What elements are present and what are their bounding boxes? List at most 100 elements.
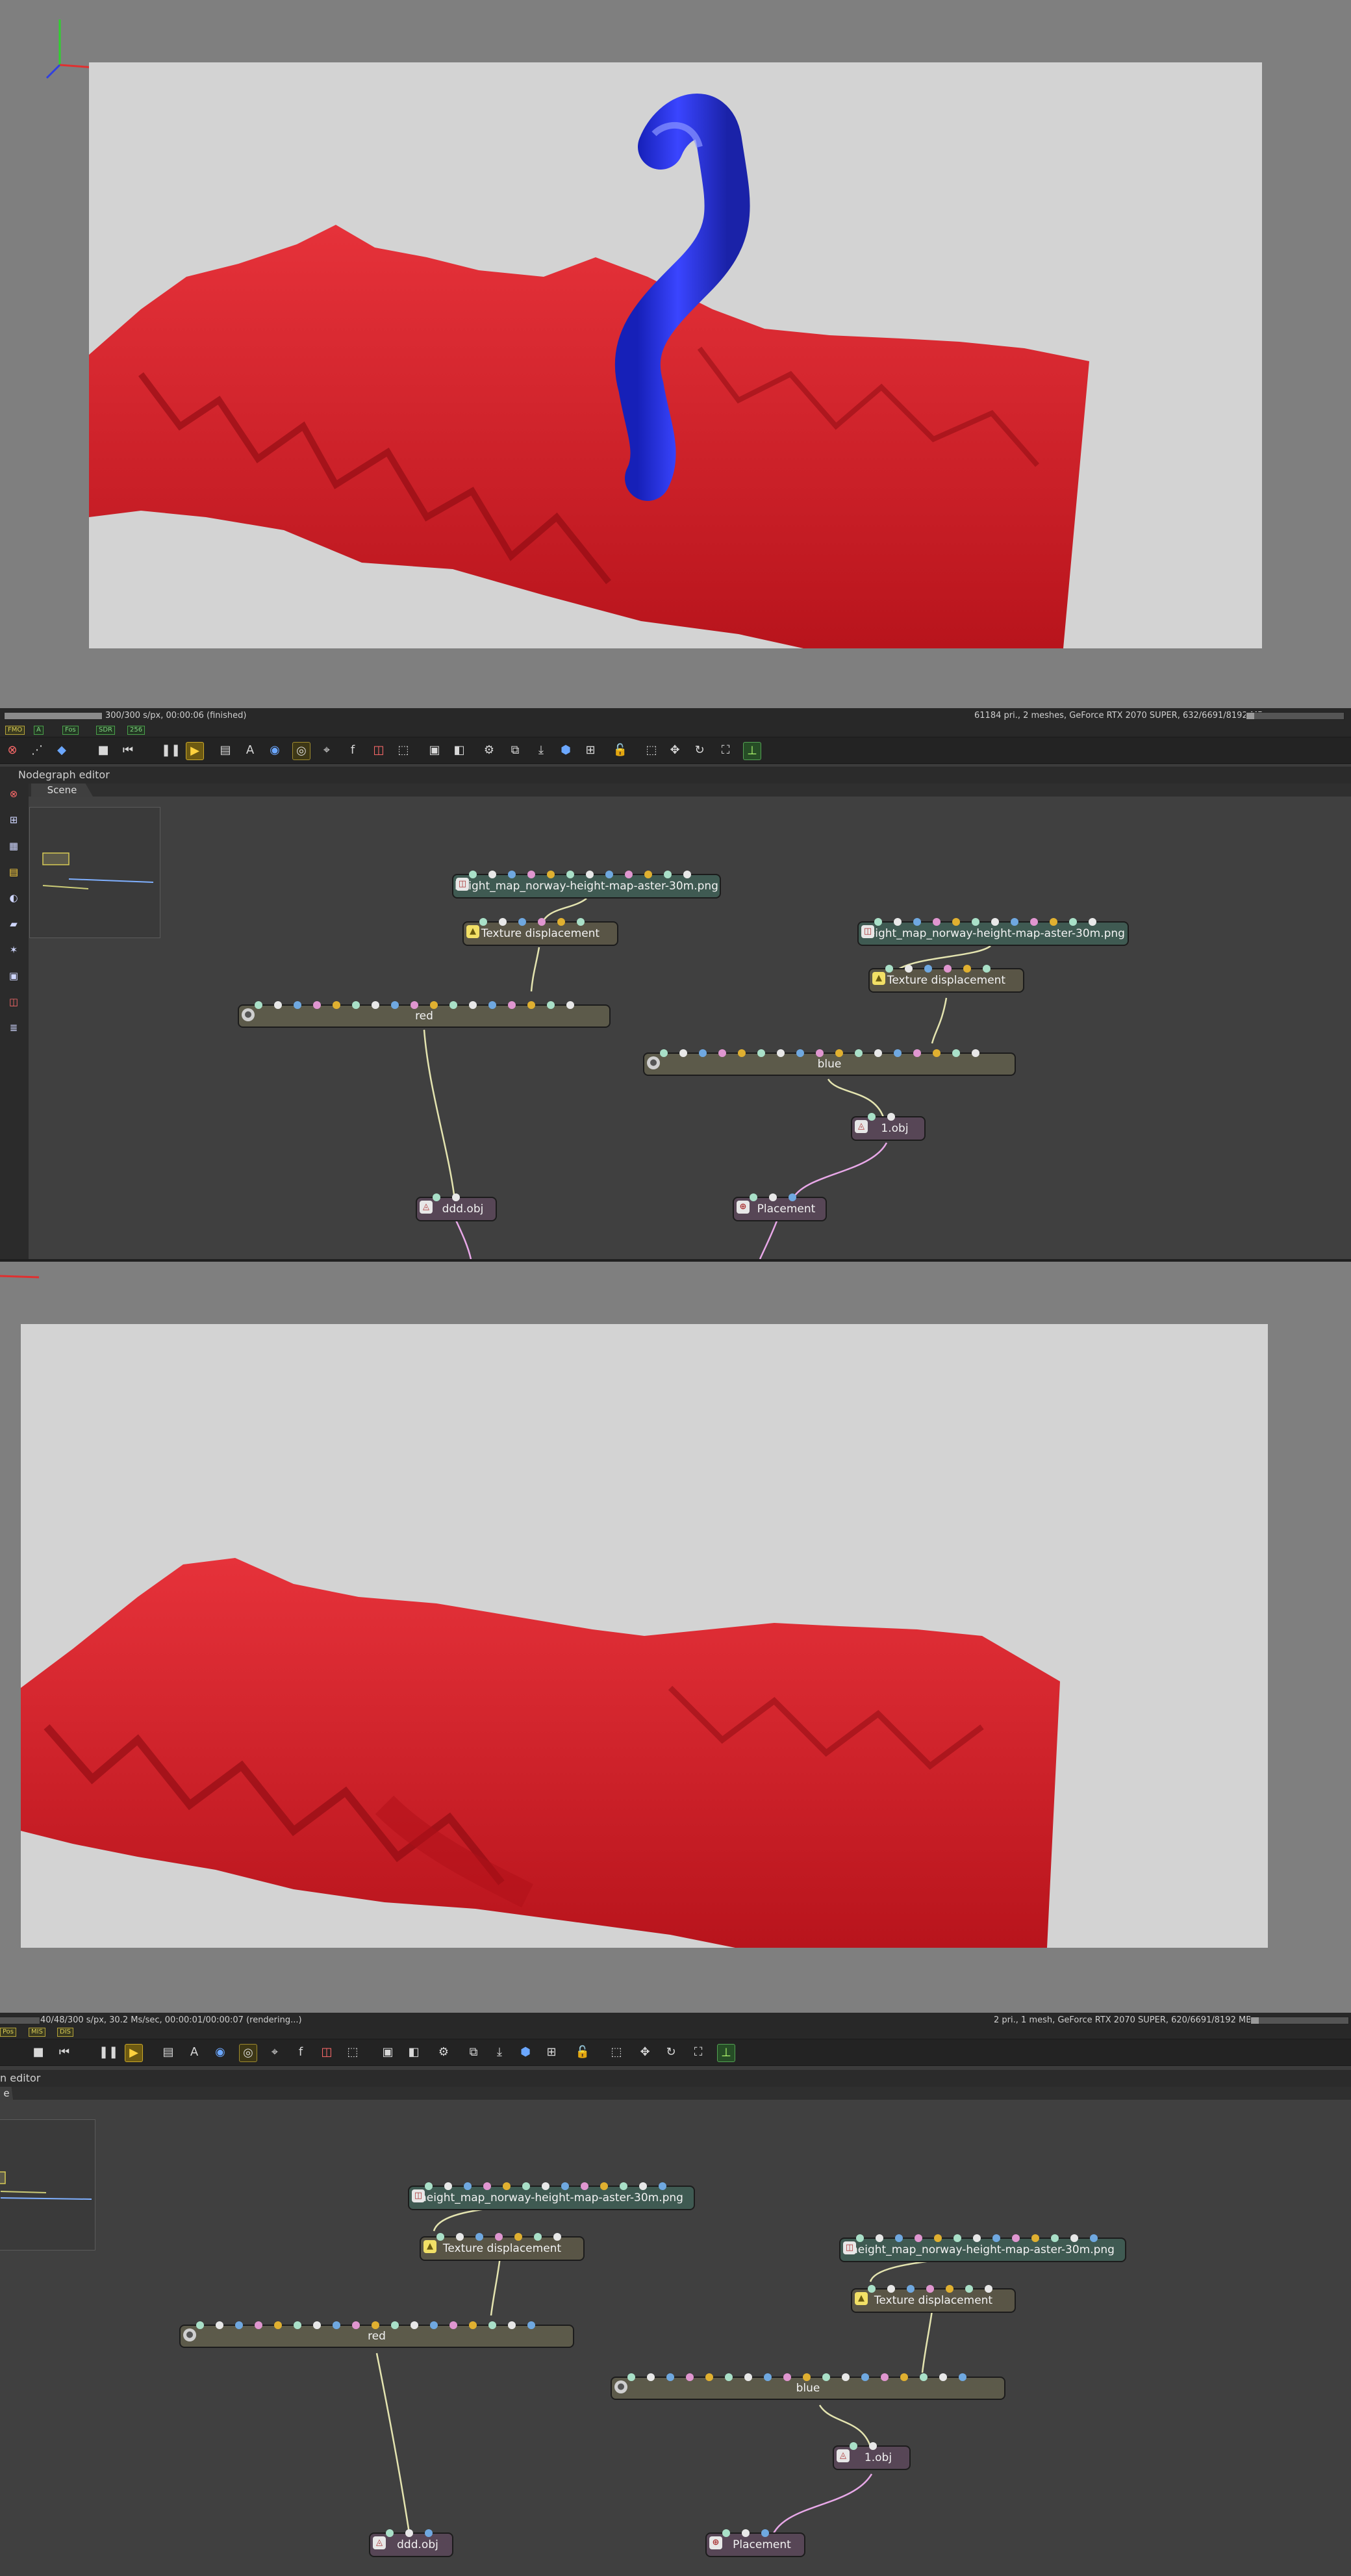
badge-fos[interactable]: Fos	[62, 726, 79, 735]
input-pin[interactable]	[436, 2233, 444, 2241]
node-texture-displacement-1[interactable]: ▲ Texture displacement	[462, 918, 618, 946]
input-pin[interactable]	[410, 1001, 418, 1009]
input-pin[interactable]	[620, 2182, 627, 2190]
pick-white-balance-icon[interactable]: ⌖	[318, 742, 335, 759]
stop-render-button[interactable]: ■	[95, 742, 112, 759]
input-pin[interactable]	[508, 871, 516, 878]
input-pin[interactable]	[1012, 2234, 1020, 2242]
input-pin[interactable]	[255, 2321, 262, 2329]
input-pin[interactable]	[508, 2321, 516, 2329]
input-pin[interactable]	[907, 2285, 915, 2293]
node-placement[interactable]: ⊕ Placement	[705, 2529, 805, 2557]
input-pin[interactable]	[527, 2321, 535, 2329]
input-pin[interactable]	[499, 918, 507, 926]
input-pin[interactable]	[913, 1049, 921, 1057]
input-pin[interactable]	[718, 1049, 726, 1057]
node-placement[interactable]: ⊕ Placement	[733, 1193, 827, 1221]
node-image-texture-1[interactable]: ◫ height_map_norway-height-map-aster-30m…	[452, 871, 721, 899]
pick-object-icon[interactable]: ◫	[370, 742, 387, 759]
input-pin[interactable]	[196, 2321, 204, 2329]
node-image-texture-2[interactable]: ◫ height_map_norway-height-map-aster-30m…	[857, 918, 1129, 946]
input-pin[interactable]	[973, 2234, 981, 2242]
node-material-blue[interactable]: ● blue	[611, 2373, 1005, 2400]
pick-camera-icon[interactable]: ⬚	[344, 2044, 361, 2061]
input-pin[interactable]	[527, 1001, 535, 1009]
pause-render-button[interactable]: ❚❚	[161, 742, 181, 759]
input-pin[interactable]	[666, 2373, 674, 2381]
badge-pos[interactable]: Pos	[0, 2028, 17, 2037]
pick-camera-icon[interactable]: ⬚	[395, 742, 412, 759]
input-pin[interactable]	[561, 2182, 569, 2190]
input-pin[interactable]	[933, 1049, 941, 1057]
input-pin[interactable]	[452, 1193, 460, 1201]
input-pin[interactable]	[972, 918, 979, 926]
fullscreen-icon[interactable]: ⛶	[690, 2044, 707, 2061]
input-pin[interactable]	[761, 2529, 769, 2537]
input-pin[interactable]	[885, 965, 893, 973]
input-pin[interactable]	[557, 918, 565, 926]
input-pin[interactable]	[965, 2285, 973, 2293]
lock-viewport-icon[interactable]: ▣	[379, 2044, 396, 2061]
input-pin[interactable]	[699, 1049, 707, 1057]
input-pin[interactable]	[952, 918, 960, 926]
input-pin[interactable]	[855, 1049, 863, 1057]
input-pin[interactable]	[469, 1001, 477, 1009]
color-wheel-icon[interactable]: ◉	[212, 2044, 229, 2061]
lock-icon[interactable]: 🔓	[612, 742, 629, 759]
aov-icon[interactable]: A	[186, 2044, 203, 2061]
input-pin[interactable]	[738, 1049, 746, 1057]
input-pin[interactable]	[527, 871, 535, 878]
input-pin[interactable]	[983, 965, 991, 973]
input-pin[interactable]	[659, 2182, 666, 2190]
pick-object-icon[interactable]: ◫	[318, 2044, 335, 2061]
input-pin[interactable]	[444, 2182, 452, 2190]
input-pin[interactable]	[868, 2285, 876, 2293]
input-pin[interactable]	[449, 2321, 457, 2329]
pick-white-balance-icon[interactable]: ⌖	[266, 2044, 283, 2061]
input-pin[interactable]	[522, 2182, 530, 2190]
input-pin[interactable]	[479, 918, 487, 926]
input-pin[interactable]	[605, 871, 613, 878]
input-pin[interactable]	[816, 1049, 824, 1057]
region-icon[interactable]: ⋰	[29, 742, 45, 759]
badge-mis[interactable]: MIS	[29, 2028, 45, 2037]
input-pin[interactable]	[764, 2373, 772, 2381]
input-pin[interactable]	[796, 1049, 804, 1057]
input-pin[interactable]	[972, 1049, 979, 1057]
snapshot-icon[interactable]: ⊞	[543, 2044, 560, 2061]
decal-icon[interactable]: ⚙	[435, 2044, 452, 2061]
input-pin[interactable]	[924, 965, 932, 973]
input-pin[interactable]	[469, 2321, 477, 2329]
input-pin[interactable]	[769, 1193, 777, 1201]
input-pin[interactable]	[742, 2529, 750, 2537]
node-mesh-1obj[interactable]: ◬ 1.obj	[833, 2442, 911, 2470]
input-pin[interactable]	[274, 1001, 282, 1009]
input-pin[interactable]	[959, 2373, 966, 2381]
input-pin[interactable]	[952, 1049, 960, 1057]
input-pin[interactable]	[547, 1001, 555, 1009]
input-pin[interactable]	[483, 2182, 491, 2190]
node-image-texture-1[interactable]: ◫ height_map_norway-height-map-aster-30m…	[408, 2182, 695, 2210]
input-pin[interactable]	[518, 918, 526, 926]
input-pin[interactable]	[313, 2321, 321, 2329]
input-pin[interactable]	[391, 2321, 399, 2329]
input-pin[interactable]	[683, 871, 691, 878]
input-pin[interactable]	[894, 918, 902, 926]
input-pin[interactable]	[963, 965, 971, 973]
decal-icon[interactable]: ⚙	[481, 742, 498, 759]
input-pin[interactable]	[725, 2373, 733, 2381]
world-axis-icon[interactable]: ⊥	[743, 742, 761, 760]
restart-render-button[interactable]: ⏮	[56, 2044, 73, 2061]
display-settings-icon[interactable]: ▤	[217, 742, 234, 759]
lock-viewport-icon[interactable]: ▣	[426, 742, 443, 759]
input-pin[interactable]	[1030, 918, 1038, 926]
input-pin[interactable]	[850, 2442, 857, 2450]
input-pin[interactable]	[660, 1049, 668, 1057]
input-pin[interactable]	[934, 2234, 942, 2242]
move-gizmo-icon[interactable]: ✥	[637, 2044, 653, 2061]
input-pin[interactable]	[946, 2285, 953, 2293]
input-pin[interactable]	[475, 2233, 483, 2241]
save-image-icon[interactable]: ⤓	[491, 2044, 508, 2061]
input-pin[interactable]	[1089, 918, 1096, 926]
octane-logo-icon[interactable]: ⊗	[4, 742, 21, 759]
